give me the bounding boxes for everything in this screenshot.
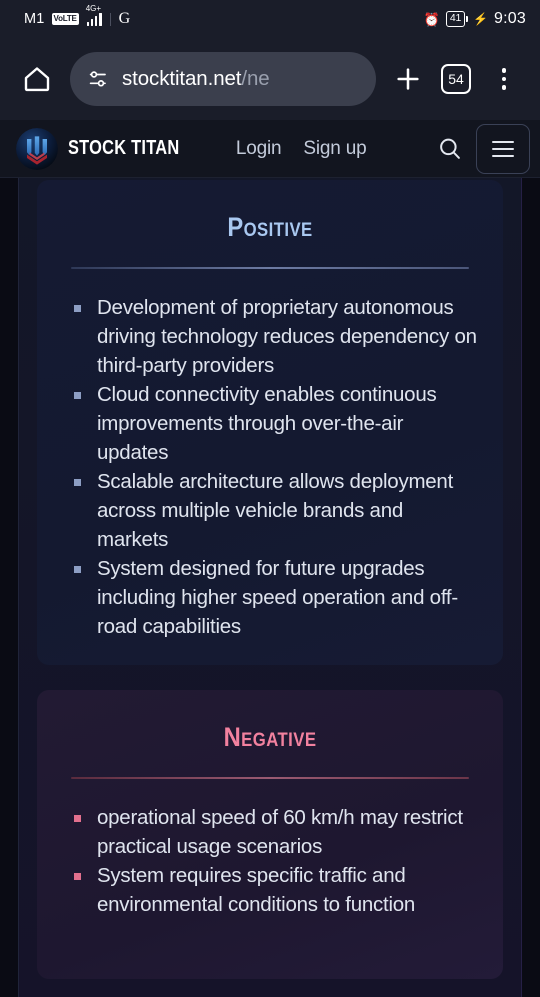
signup-link[interactable]: Sign up: [303, 138, 366, 160]
positive-card-divider: [71, 267, 469, 269]
url-text: stocktitan.net/ne: [122, 67, 270, 91]
brand-name-label: STOCK TITAN: [68, 137, 180, 159]
signal-bars-icon: [86, 12, 102, 26]
address-bar[interactable]: stocktitan.net/ne: [70, 52, 376, 106]
android-status-bar: M1 VoLTE 4G+ G ⏰ 41 ⚡ 9:03: [0, 0, 540, 38]
carrier-label: M1: [24, 11, 45, 27]
sim-divider: [109, 12, 111, 26]
url-domain: stocktitan.net: [122, 67, 242, 90]
new-tab-button[interactable]: [386, 57, 430, 101]
browser-toolbar: stocktitan.net/ne 54: [0, 38, 540, 120]
list-item: Development of proprietary autonomous dr…: [71, 293, 477, 380]
battery-cap: [466, 16, 469, 22]
positive-card-title: Positive: [227, 212, 313, 242]
negative-bullet-list: operational speed of 60 km/h may restric…: [63, 803, 477, 919]
volte-badge: VoLTE: [51, 13, 79, 25]
site-header: STOCK TITAN Login Sign up: [0, 120, 540, 178]
hamburger-icon-line: [492, 147, 514, 150]
hamburger-icon-line: [492, 154, 514, 157]
list-item: System requires specific traffic and env…: [71, 861, 477, 919]
hamburger-icon-line: [492, 140, 514, 143]
kebab-menu-icon: [501, 68, 507, 90]
clock-label: 9:03: [494, 10, 526, 27]
page-body: Positive Development of proprietary auto…: [0, 178, 540, 997]
hamburger-menu-button[interactable]: [476, 123, 530, 174]
logo-glyph: [16, 127, 58, 170]
url-path: /ne: [241, 67, 270, 90]
battery-indicator: 41: [445, 11, 469, 27]
header-actions: [430, 123, 530, 174]
content-inner: Positive Development of proprietary auto…: [37, 178, 503, 979]
list-item: operational speed of 60 km/h may restric…: [71, 803, 477, 861]
positive-card: Positive Development of proprietary auto…: [37, 180, 503, 665]
header-nav: Login Sign up: [236, 138, 367, 160]
search-icon: [440, 138, 460, 159]
home-icon: [24, 67, 50, 92]
alarm-clock-icon: ⏰: [423, 11, 440, 27]
status-bar-right: ⏰ 41 ⚡ 9:03: [424, 10, 526, 28]
positive-bullet-list: Development of proprietary autonomous dr…: [63, 293, 477, 641]
login-link[interactable]: Login: [236, 138, 282, 160]
brand-logo-link[interactable]: STOCK TITAN: [16, 127, 204, 170]
google-g-icon: G: [118, 10, 131, 27]
tab-count-badge: 54: [441, 64, 471, 94]
negative-card: Negative operational speed of 60 km/h ma…: [37, 690, 503, 979]
negative-card-title: Negative: [223, 722, 317, 752]
network-type-label: 4G+: [85, 3, 102, 13]
plus-icon: [397, 68, 419, 90]
list-item: Cloud connectivity enables continuous im…: [71, 380, 477, 467]
search-button[interactable]: [430, 129, 470, 169]
stock-titan-logo-icon: [16, 127, 58, 170]
status-bar-left: M1 VoLTE 4G+ G: [24, 4, 131, 28]
site-settings-tune-icon: [89, 71, 106, 87]
browser-menu-button[interactable]: [482, 57, 526, 101]
signal-strength-icon: 4G+: [86, 4, 102, 26]
list-item: Scalable architecture allows deployment …: [71, 467, 477, 554]
home-button[interactable]: [14, 56, 60, 102]
battery-level-label: 41: [445, 11, 466, 27]
negative-card-divider: [71, 777, 469, 779]
content-column: Positive Development of proprietary auto…: [18, 178, 522, 997]
list-item: System designed for future upgrades incl…: [71, 554, 477, 641]
lightning-bolt-icon: ⚡: [473, 12, 489, 26]
tab-switcher-button[interactable]: 54: [434, 57, 478, 101]
